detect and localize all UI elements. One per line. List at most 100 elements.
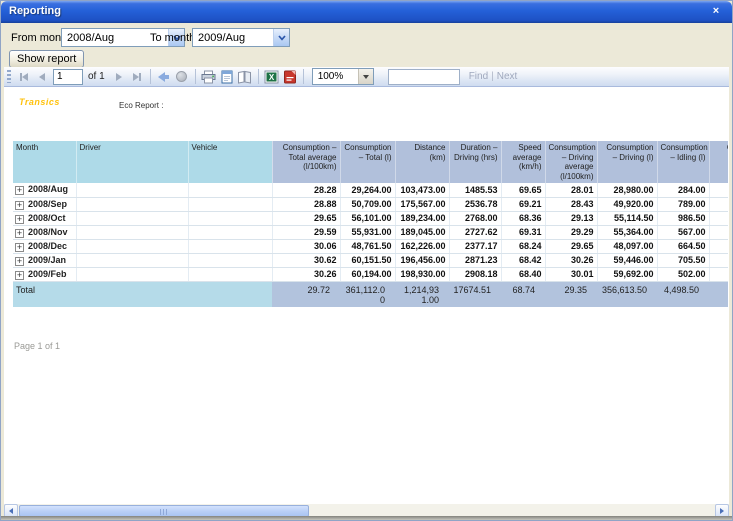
text-cell	[188, 197, 272, 211]
report-toolbar: of 1	[4, 67, 729, 87]
value-cell: 28,980.00	[597, 183, 657, 197]
value-cell: 2871.23	[449, 253, 501, 267]
to-month-value: 2009/Aug	[193, 29, 273, 46]
month-label: 2008/Aug	[28, 184, 68, 194]
value-cell: 28.28	[272, 183, 340, 197]
text-cell	[76, 267, 188, 281]
column-header: Speed average (km/h)	[501, 141, 545, 183]
column-header: Cons aver	[709, 141, 728, 183]
value-cell	[709, 253, 728, 267]
text-cell	[188, 183, 272, 197]
zoom-value: 100%	[313, 69, 358, 84]
expand-plus-icon[interactable]: +	[15, 229, 24, 238]
value-cell: 29.59	[272, 225, 340, 239]
column-header: Distance (km)	[395, 141, 449, 183]
find-link[interactable]: Find	[469, 71, 488, 82]
total-row: Total29.72361,112.001,214,931.0017674.51…	[13, 281, 728, 307]
month-label: 2008/Nov	[28, 227, 68, 237]
value-cell: 50,709.00	[340, 197, 395, 211]
month-cell: +2008/Oct	[13, 211, 76, 225]
expand-plus-icon[interactable]: +	[15, 186, 24, 195]
first-page-icon[interactable]	[16, 68, 32, 85]
chevron-down-icon[interactable]	[273, 29, 289, 46]
toolbar-separator	[195, 69, 196, 84]
page-setup-icon[interactable]	[237, 68, 253, 85]
month-label: 2008/Oct	[28, 213, 66, 223]
column-header: Consumption – Driving (l)	[597, 141, 657, 183]
expand-plus-icon[interactable]: +	[15, 271, 24, 280]
value-cell: 48,761.50	[340, 239, 395, 253]
total-value-cell: 29.72	[272, 281, 340, 307]
column-header: Driver	[76, 141, 188, 183]
report-title: Eco Report :	[119, 101, 163, 110]
table-row: +2008/Oct29.6556,101.00189,234.002768.00…	[13, 211, 728, 225]
stop-rendering-icon[interactable]	[174, 68, 190, 85]
total-value-cell: 17674.51	[449, 281, 501, 307]
value-cell: 68.36	[501, 211, 545, 225]
value-cell: 189,045.00	[395, 225, 449, 239]
toolbar-grip-handle[interactable]	[7, 70, 11, 83]
table-row: +2009/Feb30.2660,194.00198,930.002908.18…	[13, 267, 728, 281]
expand-plus-icon[interactable]: +	[15, 257, 24, 266]
value-cell: 68.40	[501, 267, 545, 281]
text-cell	[76, 197, 188, 211]
value-cell: 49,920.00	[597, 197, 657, 211]
print-icon[interactable]	[201, 68, 217, 85]
total-label-cell	[188, 281, 272, 307]
to-month-select[interactable]: 2009/Aug	[192, 28, 290, 47]
value-cell: 55,114.50	[597, 211, 657, 225]
expand-plus-icon[interactable]: +	[15, 215, 24, 224]
value-cell: 664.50	[657, 239, 709, 253]
column-header: Month	[13, 141, 76, 183]
next-page-icon[interactable]	[111, 68, 127, 85]
print-layout-icon[interactable]	[219, 68, 235, 85]
expand-plus-icon[interactable]: +	[15, 201, 24, 210]
value-cell	[709, 197, 728, 211]
find-text-input[interactable]	[388, 69, 460, 85]
column-header: Consumption – Idling (l)	[657, 141, 709, 183]
find-next-divider: |	[491, 71, 494, 82]
table-row: +2008/Nov29.5955,931.00189,045.002727.62…	[13, 225, 728, 239]
export-excel-icon[interactable]: X	[264, 68, 280, 85]
value-cell	[709, 267, 728, 281]
close-icon[interactable]: ×	[708, 4, 724, 19]
column-header: Vehicle	[188, 141, 272, 183]
find-next-link[interactable]: Next	[497, 71, 518, 82]
export-pdf-icon[interactable]	[282, 68, 298, 85]
show-report-button[interactable]: Show report	[9, 50, 84, 68]
month-cell: +2009/Feb	[13, 267, 76, 281]
value-cell: 68.42	[501, 253, 545, 267]
value-cell: 69.31	[501, 225, 545, 239]
value-cell: 69.65	[501, 183, 545, 197]
window-bottom-edge	[1, 516, 732, 520]
month-label: 2008/Dec	[28, 241, 67, 251]
value-cell: 29.65	[272, 211, 340, 225]
table-body: +2008/Aug28.2829,264.00103,473.001485.53…	[13, 183, 728, 307]
back-to-parent-icon[interactable]	[156, 68, 172, 85]
total-value-cell: 29.35	[545, 281, 597, 307]
value-cell: 789.00	[657, 197, 709, 211]
value-cell: 705.50	[657, 253, 709, 267]
value-cell: 29,264.00	[340, 183, 395, 197]
table-row: +2008/Aug28.2829,264.00103,473.001485.53…	[13, 183, 728, 197]
value-cell: 284.00	[657, 183, 709, 197]
value-cell: 30.26	[272, 267, 340, 281]
expand-plus-icon[interactable]: +	[15, 243, 24, 252]
svg-text:X: X	[269, 73, 275, 82]
value-cell: 198,930.00	[395, 267, 449, 281]
filter-panel: From month: 2008/Aug To month: 2009/Aug …	[1, 23, 732, 67]
month-cell: +2009/Jan	[13, 253, 76, 267]
value-cell: 29.13	[545, 211, 597, 225]
last-page-icon[interactable]	[129, 68, 145, 85]
previous-page-icon[interactable]	[34, 68, 50, 85]
value-cell: 59,692.00	[597, 267, 657, 281]
chevron-down-icon[interactable]	[358, 69, 373, 84]
page-number-input[interactable]	[53, 69, 83, 85]
table-header-row: MonthDriverVehicleConsumption – Total av…	[13, 141, 728, 183]
text-cell	[188, 239, 272, 253]
total-label-cell	[76, 281, 188, 307]
value-cell: 2768.00	[449, 211, 501, 225]
zoom-select[interactable]: 100%	[312, 68, 374, 85]
toolbar-separator	[150, 69, 151, 84]
column-header: Duration – Driving (hrs)	[449, 141, 501, 183]
